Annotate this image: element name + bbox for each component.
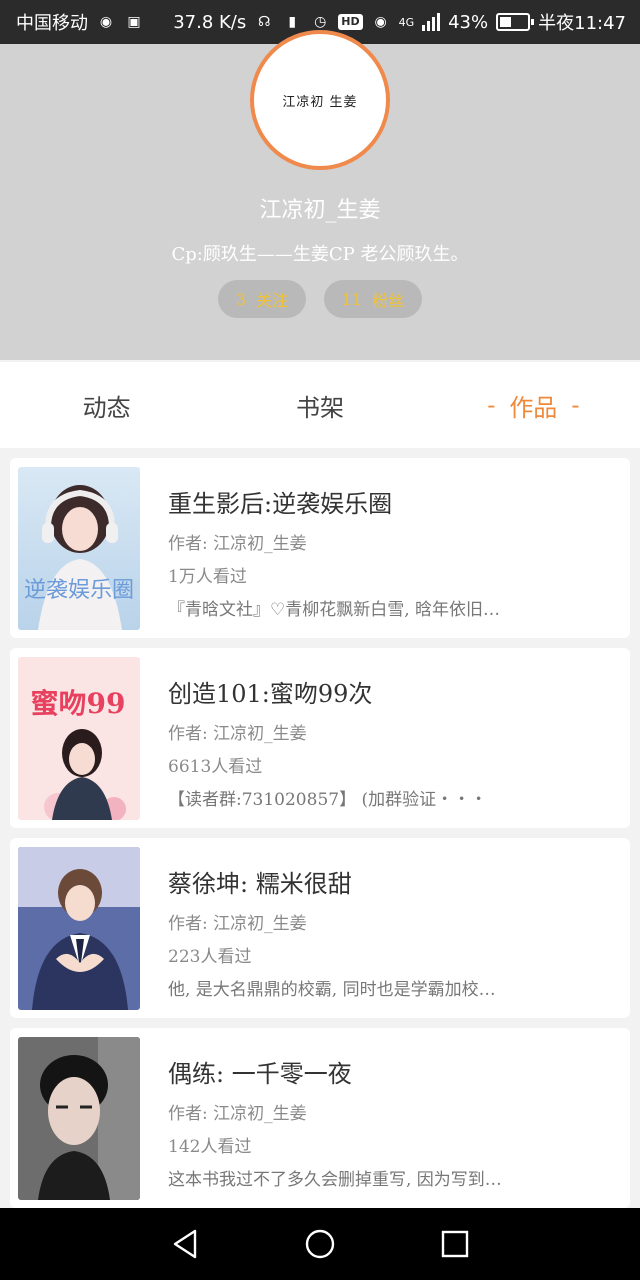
fans-count: 11 xyxy=(341,289,363,309)
fans-button[interactable]: 11 粉丝 xyxy=(324,280,422,318)
work-author: 作者: 江凉初_生姜 xyxy=(168,1104,307,1124)
work-info: 偶练: 一千零一夜 作者: 江凉初_生姜 142人看过 这本书我过不了多久会删掉… xyxy=(168,1054,598,1190)
stats: 3 关注 11 粉丝 xyxy=(0,280,640,318)
carrier-label: 中国移动 xyxy=(16,13,88,34)
hd-icon: HD xyxy=(338,14,363,30)
work-info: 创造101:蜜吻99次 作者: 江凉初_生姜 6613人看过 【读者群:7310… xyxy=(168,674,598,810)
tab-activity-label: 动态 xyxy=(82,393,131,422)
work-card[interactable]: 蔡徐坤: 糯米很甜 作者: 江凉初_生姜 223人看过 他, 是大名鼎鼎的校霸,… xyxy=(10,838,630,1018)
system-nav-bar xyxy=(0,1208,640,1280)
battery-level xyxy=(500,17,512,27)
status-left: 中国移动 ◉ ▣ xyxy=(16,9,144,35)
signal-icon xyxy=(422,13,441,31)
vibrate-icon: ▮ xyxy=(288,14,297,30)
back-triangle-icon xyxy=(174,1229,197,1259)
work-title: 偶练: 一千零一夜 xyxy=(168,1060,352,1088)
home-button[interactable] xyxy=(300,1224,340,1264)
tab-bar: 动态 书架 - 作品 - xyxy=(0,362,640,448)
following-count: 3 xyxy=(235,289,247,309)
vpn-lock-icon: ▣ xyxy=(127,14,141,30)
tab-activity[interactable]: 动态 xyxy=(0,362,213,448)
work-info: 重生影后:逆袭娱乐圈 作者: 江凉初_生姜 1万人看过 『青晗文社』♡青柳花飘新… xyxy=(168,484,598,620)
battery-percent: 43% xyxy=(448,11,489,33)
avatar[interactable]: 江凉初 生姜 xyxy=(250,30,390,170)
book-cover: 逆袭娱乐圈 xyxy=(18,467,140,630)
eye-icon: ◉ xyxy=(374,14,387,30)
status-right: 37.8 K/s ☊ ▮ ◷ HD ◉ 4G 43% 半夜11:47 xyxy=(173,9,626,35)
tab-works[interactable]: - 作品 - xyxy=(427,362,640,448)
work-card[interactable]: 蜜吻99 创造101:蜜吻99次 作者: 江凉初_生姜 6613人看过 【读者群… xyxy=(10,648,630,828)
headphones-icon: ☊ xyxy=(258,14,271,30)
work-views: 142人看过 xyxy=(168,1137,252,1157)
recents-button[interactable] xyxy=(435,1224,475,1264)
recents-square-icon xyxy=(441,1230,468,1258)
work-author: 作者: 江凉初_生姜 xyxy=(168,914,307,934)
username: 江凉初_生姜 xyxy=(259,198,381,223)
work-card[interactable]: 偶练: 一千零一夜 作者: 江凉初_生姜 142人看过 这本书我过不了多久会删掉… xyxy=(10,1028,630,1208)
home-circle-icon xyxy=(305,1229,335,1259)
back-button[interactable] xyxy=(165,1224,205,1264)
work-views: 223人看过 xyxy=(168,947,252,967)
tab-works-label: 作品 xyxy=(509,393,558,422)
work-card[interactable]: 逆袭娱乐圈 重生影后:逆袭娱乐圈 作者: 江凉初_生姜 1万人看过 『青晗文社』… xyxy=(10,458,630,638)
network-speed: 37.8 K/s xyxy=(173,11,247,33)
book-cover xyxy=(18,1037,140,1200)
tab-indicator-right: - xyxy=(571,391,580,419)
network-type: 4G xyxy=(398,15,415,29)
avatar-text: 江凉初 生姜 xyxy=(282,94,358,110)
tab-bookshelf[interactable]: 书架 xyxy=(213,362,426,448)
battery-icon xyxy=(496,13,535,31)
work-title: 重生影后:逆袭娱乐圈 xyxy=(168,490,393,518)
tab-bookshelf-label: 书架 xyxy=(295,393,344,422)
cover-title: 逆袭娱乐圈 xyxy=(24,578,134,603)
book-cover xyxy=(18,847,140,1010)
following-label: 关注 xyxy=(256,291,289,310)
bio: Cp:顾玖生——生姜CP 老公顾玖生。 xyxy=(171,244,469,265)
work-views: 6613人看过 xyxy=(168,757,263,777)
globe-icon: ◉ xyxy=(99,14,113,30)
work-title: 创造101:蜜吻99次 xyxy=(168,680,373,708)
clock: 半夜11:47 xyxy=(538,13,626,34)
following-button[interactable]: 3 关注 xyxy=(218,280,306,318)
work-author: 作者: 江凉初_生姜 xyxy=(168,724,307,744)
alarm-icon: ◷ xyxy=(314,14,327,30)
work-title: 蔡徐坤: 糯米很甜 xyxy=(168,870,352,898)
fans-label: 粉丝 xyxy=(372,291,405,310)
work-views: 1万人看过 xyxy=(168,567,247,587)
profile-header: 江凉初 生姜 江凉初_生姜 Cp:顾玖生——生姜CP 老公顾玖生。 3 关注 1… xyxy=(0,30,640,360)
work-info: 蔡徐坤: 糯米很甜 作者: 江凉初_生姜 223人看过 他, 是大名鼎鼎的校霸,… xyxy=(168,864,598,1000)
work-author: 作者: 江凉初_生姜 xyxy=(168,534,307,554)
work-description: 这本书我过不了多久会删掉重写, 因为写到… xyxy=(168,1170,502,1190)
cover-title: 蜜吻99 xyxy=(31,687,126,720)
tab-indicator-left: - xyxy=(487,391,496,419)
book-cover: 蜜吻99 xyxy=(18,657,140,820)
work-description: 『青晗文社』♡青柳花飘新白雪, 晗年依旧… xyxy=(168,600,501,620)
works-list: 逆袭娱乐圈 重生影后:逆袭娱乐圈 作者: 江凉初_生姜 1万人看过 『青晗文社』… xyxy=(10,458,630,1218)
work-description: 他, 是大名鼎鼎的校霸, 同时也是学霸加校… xyxy=(168,980,496,1000)
work-description: 【读者群:731020857】 (加群验证・・・ xyxy=(168,790,488,810)
